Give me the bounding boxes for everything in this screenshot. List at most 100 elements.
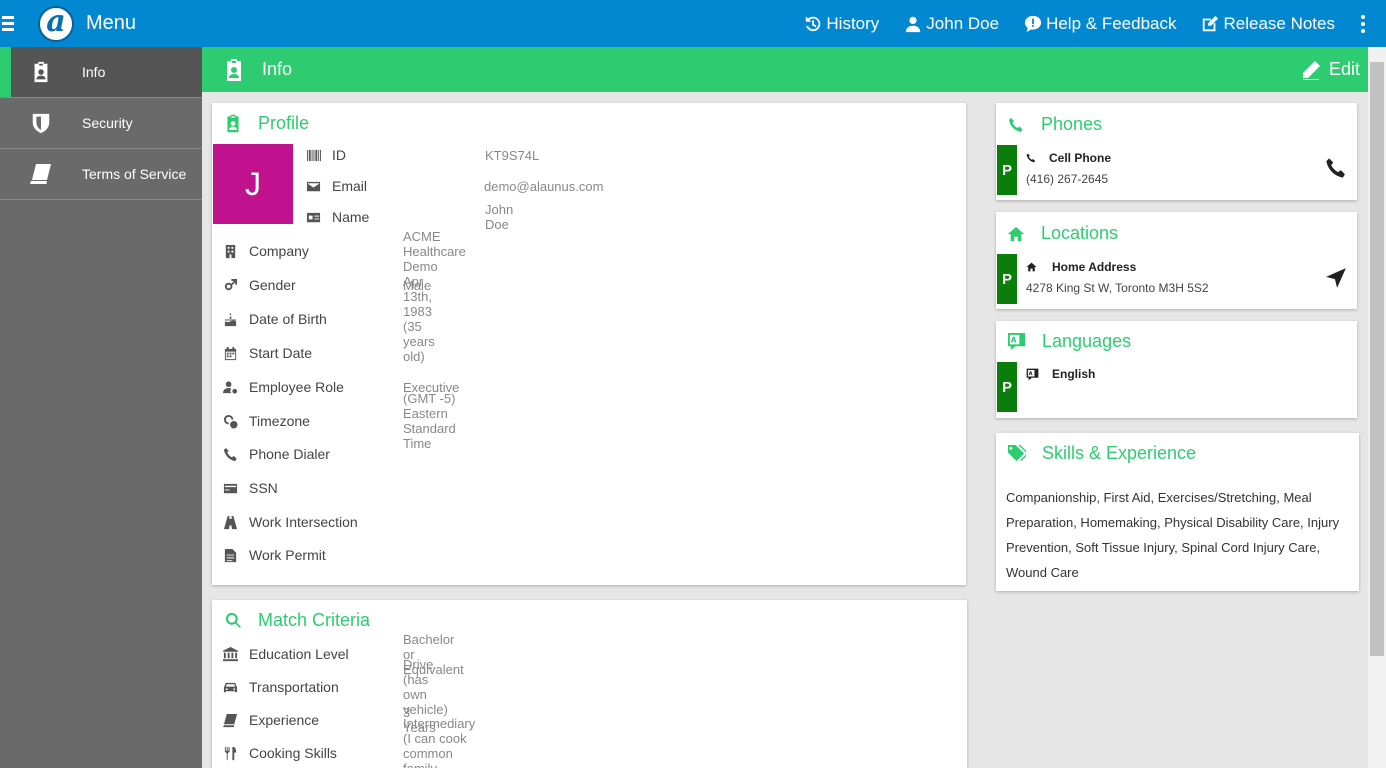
phone-type: Cell Phone (1049, 151, 1112, 165)
tags-icon (1007, 444, 1026, 462)
field-label: Work Permit (249, 547, 326, 563)
hamburger-menu-icon[interactable] (2, 16, 18, 31)
document-icon (222, 547, 238, 563)
call-phone-icon[interactable] (1325, 157, 1347, 184)
language-item-row: English (1026, 367, 1095, 381)
field-phone-dialer: Phone Dialer (222, 446, 330, 462)
release-notes-label: Release Notes (1223, 13, 1335, 33)
shield-icon (30, 111, 52, 135)
skills-card: Skills & Experience Companionship, First… (996, 433, 1359, 591)
field-label: Phone Dialer (249, 446, 330, 462)
profile-card: Profile J ID KT9S74L Email demo@alaunus.… (212, 103, 966, 585)
field-label: Employee Role (249, 379, 344, 395)
field-experience: Experience 3 Years (222, 705, 436, 735)
comment-alert-icon (1024, 15, 1042, 32)
university-icon (222, 646, 238, 662)
book-icon (222, 712, 238, 728)
gender-icon (222, 277, 238, 293)
match-card-header: Match Criteria (225, 610, 370, 631)
phone-small-icon (1026, 153, 1036, 163)
logo-letter: a (46, 3, 66, 39)
match-title: Match Criteria (258, 610, 371, 630)
languages-title: Languages (1042, 331, 1132, 351)
profile-card-header: Profile (225, 113, 309, 134)
field-value: Apr 13th, 1983 (35 years old) (403, 274, 435, 364)
skills-list: Companionship, First Aid, Exercises/Stre… (1006, 490, 1340, 580)
phone-item-title-row: Cell Phone (1026, 151, 1111, 165)
primary-badge: P (997, 254, 1017, 304)
field-name: Name John Doe (305, 202, 513, 232)
book-icon (30, 162, 52, 186)
cake-icon (222, 311, 238, 327)
home-icon (1008, 226, 1024, 241)
user-link[interactable]: John Doe (904, 14, 999, 34)
field-value: John Doe (485, 202, 514, 232)
sidebar-item-label: Terms of Service (82, 166, 187, 182)
field-employee-role: Employee Role Executive (222, 379, 459, 395)
user-gear-icon (222, 379, 238, 395)
help-feedback-link[interactable]: Help & Feedback (1024, 14, 1176, 34)
id-badge-icon (227, 114, 239, 133)
primary-badge: P (997, 362, 1017, 412)
badge-label: P (1001, 161, 1012, 179)
skills-card-header: Skills & Experience (1007, 443, 1196, 464)
language-name: English (1052, 367, 1096, 381)
edit-square-icon (1203, 15, 1219, 31)
calendar-icon (222, 345, 238, 361)
field-label: Company (249, 243, 309, 259)
sidebar: Info Security Terms of Service (0, 47, 202, 768)
field-label: Cooking Skills (249, 745, 337, 761)
field-label: Gender (249, 277, 296, 293)
field-cooking-skills: Cooking Skills Intermediary (I can cook … (222, 716, 475, 768)
field-value: ACME Healthcare Demo (403, 228, 466, 274)
user-icon (906, 16, 921, 32)
profile-title: Profile (258, 113, 310, 133)
match-criteria-card: Match Criteria Education Level Bachelor … (212, 600, 967, 768)
phone-icon (222, 446, 238, 462)
field-label: Experience (249, 712, 320, 728)
history-link[interactable]: History (804, 14, 879, 34)
locations-card-header: Locations (1007, 223, 1118, 244)
page-title: Info (262, 59, 293, 79)
field-transportation: Transportation Drive (has own vehicle) (222, 657, 448, 717)
help-label: Help & Feedback (1046, 13, 1177, 33)
field-ssn: SSN (222, 480, 278, 496)
field-value: KT9S74L (485, 147, 540, 163)
badge-label: P (1001, 378, 1012, 396)
phone-icon (1009, 117, 1023, 132)
id-badge-icon (224, 58, 244, 82)
phone-number: (416) 267-2645 (1026, 172, 1109, 186)
scrollbar-thumb[interactable] (1370, 62, 1384, 656)
language-small-icon (1026, 368, 1039, 380)
sidebar-item-security[interactable]: Security (0, 98, 202, 149)
edit-button[interactable]: Edit (1301, 47, 1360, 92)
field-label: Email (332, 178, 368, 194)
navigate-arrow-icon[interactable] (1325, 267, 1347, 294)
sidebar-item-info[interactable]: Info (0, 47, 202, 98)
app-logo[interactable]: a (38, 3, 74, 42)
field-id: ID KT9S74L (305, 147, 539, 163)
phones-card: Phones P Cell Phone (416) 267-2645 (996, 103, 1357, 200)
field-label: SSN (249, 480, 278, 496)
field-value: demo@alaunus.com (484, 178, 604, 194)
badge-label: P (1001, 270, 1012, 288)
field-value: Intermediary (I can cook common family d… (403, 715, 476, 768)
menu-label[interactable]: Menu (86, 12, 136, 35)
credit-card-icon (222, 480, 238, 496)
release-notes-link[interactable]: Release Notes (1201, 14, 1335, 34)
envelope-icon (305, 178, 321, 194)
history-label: History (826, 13, 880, 33)
location-item-title-row: Home Address (1026, 260, 1136, 274)
field-work-intersection: Work Intersection (222, 514, 358, 530)
edit-label: Edit (1328, 59, 1360, 79)
sidebar-item-terms[interactable]: Terms of Service (0, 149, 202, 200)
languages-card-header: Languages (1007, 331, 1131, 352)
home-small-icon (1026, 262, 1037, 272)
search-icon (225, 612, 241, 628)
user-name: John Doe (926, 13, 1000, 33)
field-label: Start Date (249, 345, 313, 361)
field-education-level: Education Level Bachelor or Equivalent (222, 632, 464, 677)
id-badge-icon (30, 60, 52, 84)
field-timezone: Timezone (GMT -5) Eastern Standard Time (222, 391, 456, 451)
more-options-icon[interactable] (1360, 14, 1366, 33)
